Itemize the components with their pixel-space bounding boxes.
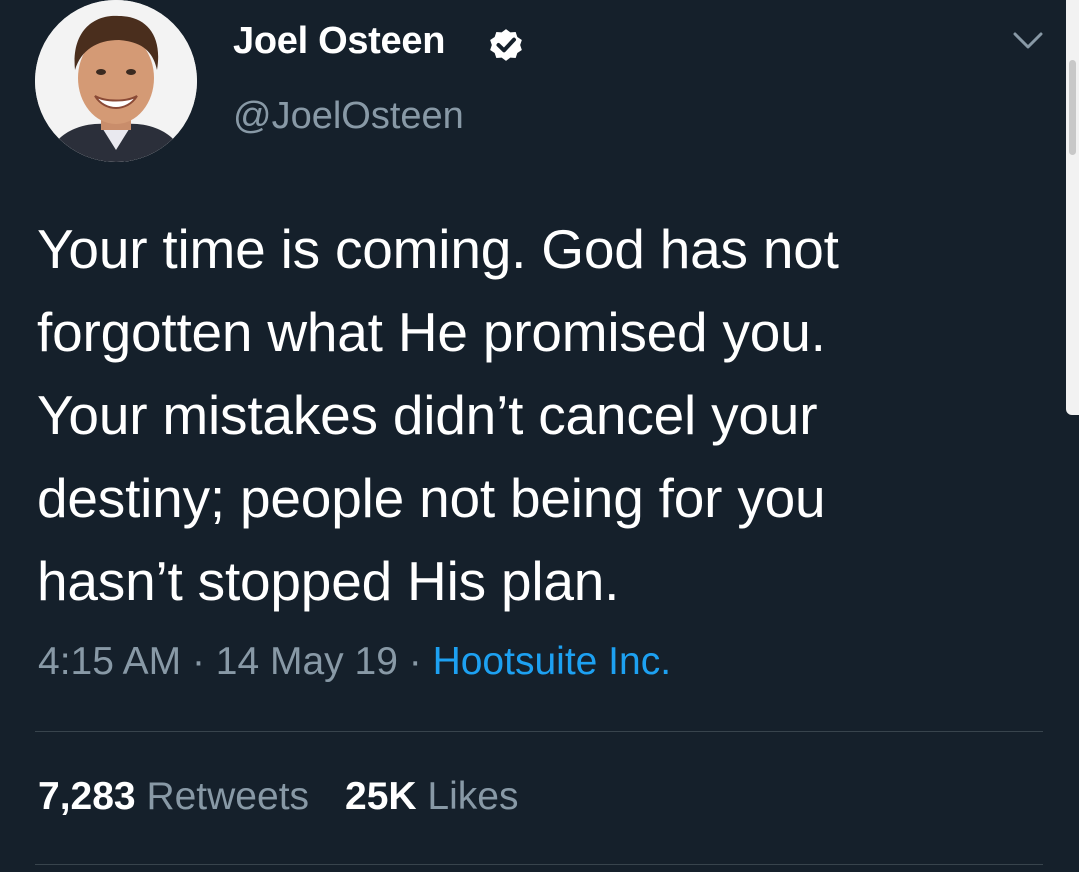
tweet-text-line: Your time is coming. God has not: [37, 218, 839, 280]
author-handle[interactable]: @JoelOsteen: [233, 95, 464, 138]
tweet-text-line: hasn’t stopped His plan.: [37, 550, 620, 612]
scrollbar-thumb[interactable]: [1069, 60, 1076, 155]
tweet-date[interactable]: 14 May 19: [216, 640, 398, 683]
tweet-source-link[interactable]: Hootsuite Inc.: [433, 640, 671, 683]
avatar-image: [35, 0, 197, 162]
tweet-time[interactable]: 4:15 AM: [38, 640, 181, 683]
retweets-stat[interactable]: 7,283 Retweets: [38, 775, 309, 818]
tweet-text-line: Your mistakes didn’t cancel your: [37, 384, 818, 446]
likes-count: 25K: [345, 775, 417, 818]
author-name[interactable]: Joel Osteen: [233, 20, 445, 63]
retweets-label: Retweets: [146, 775, 310, 818]
divider: [35, 731, 1043, 732]
tweet-stats: 7,283 Retweets 25K Likes: [38, 775, 518, 819]
tweet-text-line: destiny; people not being for you: [37, 467, 826, 529]
divider: [35, 864, 1043, 865]
tweet-detail: Joel Osteen @JoelOsteen Your time is com…: [0, 0, 1079, 872]
chevron-down-icon[interactable]: [1012, 30, 1044, 52]
scrollbar[interactable]: [1066, 0, 1079, 415]
avatar[interactable]: [35, 0, 197, 162]
likes-label: Likes: [427, 775, 519, 818]
likes-stat[interactable]: 25K Likes: [345, 775, 518, 818]
tweet-text-line: forgotten what He promised you.: [37, 301, 826, 363]
tweet-meta: 4:15 AM · 14 May 19 · Hootsuite Inc.: [38, 640, 671, 684]
tweet-text: Your time is coming. God has not forgott…: [37, 208, 1037, 623]
meta-separator: ·: [191, 640, 205, 683]
retweets-count: 7,283: [38, 775, 136, 818]
verified-badge-icon: [490, 29, 522, 61]
meta-separator: ·: [408, 640, 422, 683]
